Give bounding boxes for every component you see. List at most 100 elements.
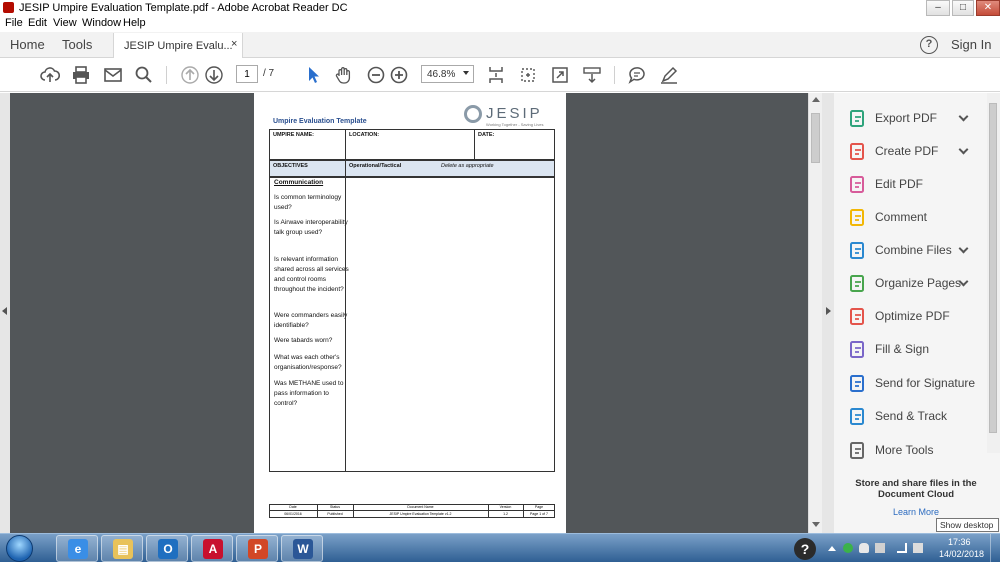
scroll-down-icon[interactable] <box>812 522 820 527</box>
question-item: Were tabards worn? <box>274 337 333 344</box>
chevron-down-icon[interactable] <box>958 144 969 155</box>
tray-help-icon[interactable]: ? <box>794 538 816 560</box>
clock-time[interactable]: 17:36 <box>948 537 971 547</box>
chevron-down-icon[interactable] <box>958 243 969 254</box>
toolbar-separator <box>614 66 615 84</box>
tools-pane-scrollbar[interactable] <box>987 93 1000 453</box>
tool-export-pdf[interactable]: Export PDF <box>848 107 988 131</box>
taskbar-outlook-button[interactable]: O <box>146 535 188 562</box>
tool-create-pdf[interactable]: Create PDF <box>848 140 988 164</box>
footer-header: Date <box>289 505 297 509</box>
menu-view[interactable]: View <box>53 17 77 29</box>
select-cursor-icon[interactable] <box>303 65 323 85</box>
location-cell: LOCATION: <box>345 129 475 160</box>
scroll-thumb[interactable] <box>811 113 820 163</box>
tool-edit-pdf[interactable]: Edit PDF <box>848 173 988 197</box>
tool-label: Combine Files <box>875 243 952 257</box>
tools-pane-toggle[interactable] <box>822 93 834 533</box>
show-desktop-button[interactable] <box>990 534 1000 563</box>
minimize-button[interactable]: – <box>926 0 950 16</box>
network-icon[interactable] <box>897 543 907 553</box>
tray-app-icon[interactable] <box>843 543 853 553</box>
document-scrollbar[interactable] <box>808 93 822 533</box>
clock-date[interactable]: 14/02/2018 <box>939 549 984 559</box>
edit-pdf-icon <box>848 175 868 195</box>
document-tab-label: JESIP Umpire Evalu... <box>124 40 233 52</box>
tool-more-tools[interactable]: More Tools <box>848 439 988 463</box>
sign-in-button[interactable]: Sign In <box>951 37 991 52</box>
start-button[interactable] <box>3 535 35 562</box>
question-item: Was METHANE used to pass information to … <box>274 380 344 407</box>
scroll-mode-icon[interactable] <box>582 65 602 85</box>
toolbar: / 7 46.8% <box>0 58 1000 92</box>
footer-value: 1.2 <box>503 512 508 516</box>
taskbar-powerpoint-button[interactable]: P <box>236 535 278 562</box>
show-hidden-icons-icon[interactable] <box>828 546 836 551</box>
hand-tool-icon[interactable] <box>334 65 354 85</box>
print-icon[interactable] <box>71 65 91 85</box>
page-total: / 7 <box>263 68 275 79</box>
zoom-out-icon[interactable] <box>366 65 386 85</box>
chevron-down-icon[interactable] <box>958 111 969 122</box>
menu-edit[interactable]: Edit <box>28 17 47 29</box>
close-window-button[interactable]: ✕ <box>976 0 1000 16</box>
next-page-icon[interactable] <box>204 65 224 85</box>
tool-optimize-pdf[interactable]: Optimize PDF <box>848 305 988 329</box>
send-track-icon <box>848 407 868 427</box>
taskbar-ie-button[interactable]: e <box>56 535 98 562</box>
page-number-input[interactable] <box>236 65 258 83</box>
tool-label: Send & Track <box>875 409 948 423</box>
send-signature-icon <box>848 374 868 394</box>
document-viewport[interactable]: Umpire Evaluation Template JESIP Working… <box>0 93 822 533</box>
acrobat-icon: A <box>203 539 223 559</box>
close-tab-icon[interactable]: × <box>231 38 237 50</box>
taskbar-explorer-button[interactable]: ▤ <box>101 535 143 562</box>
fit-page-icon[interactable] <box>486 65 506 85</box>
tray-device-icon[interactable] <box>875 543 885 553</box>
chevron-down-icon <box>463 71 469 75</box>
tool-fill-sign[interactable]: Fill & Sign <box>848 338 988 362</box>
show-desktop-tooltip: Show desktop <box>936 518 999 532</box>
jesip-logo: JESIP Working Together - Saving Lives <box>464 105 554 129</box>
rotate-view-icon[interactable] <box>518 65 538 85</box>
learn-more-link[interactable]: Learn More <box>848 507 984 517</box>
scroll-thumb[interactable] <box>989 103 997 433</box>
menu-file[interactable]: File <box>5 17 23 29</box>
tool-combine-files[interactable]: Combine Files <box>848 239 988 263</box>
export-pdf-icon <box>848 109 868 129</box>
upload-cloud-icon[interactable] <box>40 65 61 85</box>
search-icon[interactable] <box>134 65 154 85</box>
zoom-level-select[interactable]: 46.8% <box>421 65 474 83</box>
scroll-up-icon[interactable] <box>812 97 820 102</box>
previous-page-icon[interactable] <box>180 65 200 85</box>
taskbar-acrobat-button[interactable]: A <box>191 535 233 562</box>
document-tab[interactable]: JESIP Umpire Evalu... × <box>113 33 243 58</box>
footer-value: Page 1 of 7 <box>530 512 548 516</box>
cloud-icon[interactable] <box>859 543 869 553</box>
menu-window[interactable]: Window <box>82 17 121 29</box>
taskbar-word-button[interactable]: W <box>281 535 323 562</box>
left-pane-toggle[interactable] <box>0 93 10 533</box>
zoom-in-icon[interactable] <box>389 65 409 85</box>
email-icon[interactable] <box>103 65 123 85</box>
acrobat-app-icon <box>3 2 14 13</box>
umpire-name-label: UMPIRE NAME: <box>273 132 314 138</box>
tool-organize-pages[interactable]: Organize Pages <box>848 272 988 296</box>
tool-comment[interactable]: Comment <box>848 206 988 230</box>
tool-send-track[interactable]: Send & Track <box>848 405 988 429</box>
home-tab[interactable]: Home <box>10 37 45 52</box>
comment-bubble-icon[interactable] <box>627 65 647 85</box>
caret-left-icon <box>2 307 7 315</box>
menu-help[interactable]: Help <box>123 17 146 29</box>
tools-pane: Export PDF Create PDF Edit PDF Comment Combi… <box>822 93 1000 533</box>
caret-right-icon <box>826 307 831 315</box>
tools-tab[interactable]: Tools <box>62 37 92 52</box>
highlight-pen-icon[interactable] <box>659 65 679 85</box>
maximize-button[interactable]: □ <box>952 0 974 16</box>
footer-value: JESIP Umpire Evaluation Template v1.2 <box>389 512 452 516</box>
help-icon[interactable]: ? <box>920 36 938 54</box>
volume-icon[interactable] <box>913 543 923 553</box>
tool-label: Optimize PDF <box>875 309 950 323</box>
full-screen-icon[interactable] <box>550 65 570 85</box>
tool-send-for-signature[interactable]: Send for Signature <box>848 372 988 396</box>
